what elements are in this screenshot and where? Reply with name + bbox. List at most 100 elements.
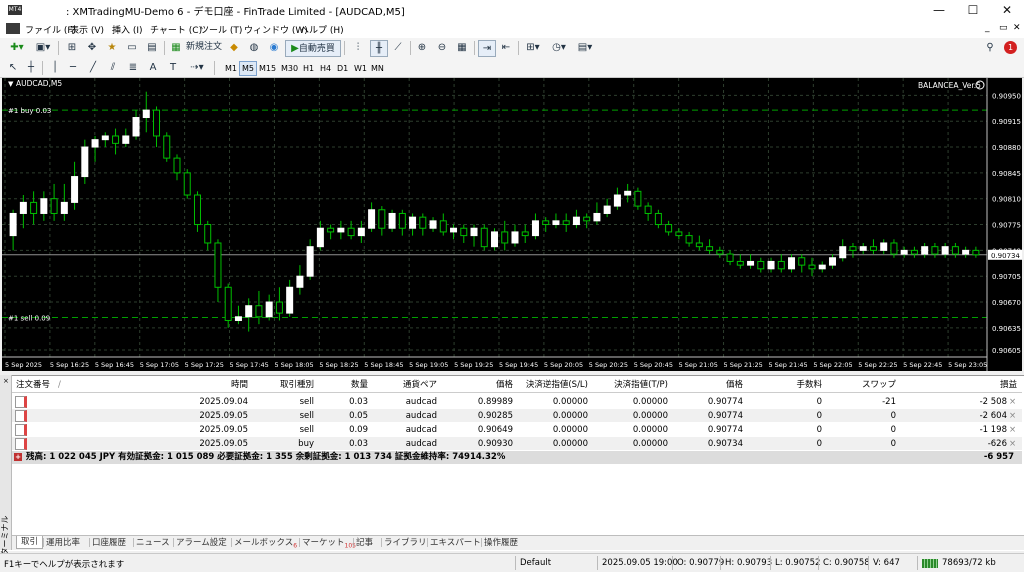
candle: [368, 202, 376, 232]
terminal-tab[interactable]: ライブラリ: [384, 537, 427, 549]
arrows-icon[interactable]: ⇢▾: [186, 60, 208, 75]
terminal-icon[interactable]: ▭: [124, 40, 140, 55]
strategy-tester-icon[interactable]: ▤: [144, 40, 160, 55]
metaeditor-icon[interactable]: ◆: [226, 40, 242, 55]
autoscroll-icon[interactable]: ⇥: [478, 40, 496, 57]
menu-tools[interactable]: ツール (T): [200, 23, 242, 36]
templates-icon[interactable]: ▤▾: [574, 40, 596, 55]
bar-chart-icon[interactable]: ⫶: [350, 40, 366, 55]
new-order-icon[interactable]: ▦: [170, 40, 182, 55]
text-label-icon[interactable]: T: [166, 60, 180, 75]
vps-icon[interactable]: ◉: [266, 40, 282, 55]
new-order-button[interactable]: 新規注文: [184, 40, 224, 55]
column-header[interactable]: 決済指値(T/P): [594, 378, 668, 392]
column-header[interactable]: 時間: [180, 378, 248, 392]
column-header[interactable]: 手数料: [750, 378, 822, 392]
column-header[interactable]: 決済逆指値(S/L): [520, 378, 588, 392]
column-header[interactable]: 数量: [320, 378, 368, 392]
timeframe-m5[interactable]: M5: [239, 61, 257, 76]
timeframe-h4[interactable]: H4: [317, 61, 334, 76]
zoom-out-icon[interactable]: ⊖: [434, 40, 450, 55]
column-header[interactable]: 価格: [445, 378, 513, 392]
timeframe-m30[interactable]: M30: [278, 61, 301, 76]
auto-trading-button[interactable]: ▶自動売買: [285, 40, 341, 57]
close-order-icon[interactable]: ×: [1009, 424, 1016, 436]
menu-help[interactable]: ヘルプ (H): [300, 23, 344, 36]
menu-window[interactable]: ウィンドウ (W): [244, 23, 308, 36]
chart-shift-icon[interactable]: ⇤: [498, 40, 514, 55]
indicators-icon[interactable]: ⊞▾: [522, 40, 544, 55]
navigator-icon[interactable]: ★: [104, 40, 120, 55]
timeframe-mn[interactable]: MN: [368, 61, 387, 76]
close-button[interactable]: ✕: [990, 0, 1024, 20]
column-header[interactable]: 損益: [905, 378, 1017, 392]
terminal-tab[interactable]: 運用比率: [46, 537, 80, 549]
candle-body-bear: [30, 201, 38, 214]
balance-expand-icon[interactable]: +: [14, 453, 22, 461]
profiles-icon[interactable]: ▣▾: [32, 40, 54, 55]
candlestick-icon[interactable]: ╫: [370, 40, 388, 57]
horizontal-line-icon[interactable]: ─: [66, 60, 80, 75]
terminal-tab[interactable]: 口座履歴: [92, 537, 126, 549]
timeframe-m1[interactable]: M1: [222, 61, 240, 76]
status-profile[interactable]: Default: [520, 558, 551, 568]
x-tick-label: 5 Sep 21:25: [724, 361, 763, 369]
menu-chart[interactable]: チャート (C): [150, 23, 202, 36]
candle-body-bull: [91, 139, 99, 148]
equidistant-channel-icon[interactable]: ⫽: [106, 60, 120, 75]
terminal-tab[interactable]: エキスパート: [430, 537, 481, 549]
cursor-icon[interactable]: ↖: [6, 60, 20, 75]
zoom-in-icon[interactable]: ⊕: [414, 40, 430, 55]
candle-body-bear: [562, 220, 570, 226]
timeframe-m15[interactable]: M15: [256, 61, 279, 76]
close-order-icon[interactable]: ×: [1009, 438, 1016, 450]
periods-icon[interactable]: ◷▾: [548, 40, 570, 55]
menu-insert[interactable]: 挿入 (I): [112, 23, 143, 36]
terminal-tab[interactable]: 記事: [356, 537, 373, 549]
menu-view[interactable]: 表示 (V): [70, 23, 104, 36]
terminal-close-icon[interactable]: ×: [3, 378, 9, 385]
timeframe-d1[interactable]: D1: [334, 61, 351, 76]
close-order-icon[interactable]: ×: [1009, 396, 1016, 408]
document-icon[interactable]: [6, 23, 20, 34]
data-window-icon[interactable]: ✥: [84, 40, 100, 55]
child-restore-button[interactable]: ▭: [999, 23, 1008, 33]
x-tick-label: 5 Sep 21:05: [679, 361, 718, 369]
candle: [398, 209, 406, 236]
search-icon[interactable]: ⚲: [983, 40, 997, 55]
text-tool-icon[interactable]: A: [146, 60, 160, 75]
menu-file[interactable]: ファイル (F): [25, 23, 76, 36]
terminal-tab[interactable]: 取引: [16, 536, 44, 549]
candle-body-bull: [132, 117, 140, 137]
column-header[interactable]: スワップ: [830, 378, 896, 392]
vertical-line-icon[interactable]: │: [48, 60, 62, 75]
child-minimize-button[interactable]: _: [985, 23, 990, 33]
maximize-button[interactable]: ☐: [956, 0, 990, 20]
timeframe-h1[interactable]: H1: [300, 61, 317, 76]
new-chart-icon[interactable]: ✚▾: [6, 40, 28, 55]
line-chart-icon[interactable]: ⟋: [390, 40, 406, 55]
terminal-tab[interactable]: マーケット105: [302, 537, 356, 553]
candle-body-bull: [81, 146, 89, 178]
terminal-side-grip[interactable]: ターミナル: [0, 375, 12, 556]
terminal-tab[interactable]: 操作履歴: [484, 537, 518, 549]
price-chart[interactable]: #1 buy 0.03 #1 sell 0.09 0.90734 5 Sep 202…: [2, 78, 1022, 371]
column-header[interactable]: 取引種別: [254, 378, 314, 392]
column-header[interactable]: 価格: [675, 378, 743, 392]
notification-badge[interactable]: 1: [1004, 41, 1017, 54]
minimize-button[interactable]: —: [922, 0, 956, 20]
column-header[interactable]: 通貨ペア: [375, 378, 437, 392]
column-header[interactable]: 注文番号: [16, 378, 76, 392]
trendline-icon[interactable]: ╱: [86, 60, 100, 75]
crosshair-icon[interactable]: ┼: [24, 60, 38, 75]
signals-icon[interactable]: ◍: [246, 40, 262, 55]
tile-windows-icon[interactable]: ▦: [454, 40, 470, 55]
fibonacci-icon[interactable]: ≣: [126, 60, 140, 75]
chart-canvas[interactable]: #1 buy 0.03#1 sell 0.090.90734 5 Sep 202…: [2, 78, 1022, 371]
terminal-tab[interactable]: アラーム設定: [176, 537, 227, 549]
child-close-button[interactable]: ✕: [1013, 23, 1021, 33]
terminal-tab[interactable]: メールボックス6: [234, 537, 297, 553]
market-watch-icon[interactable]: ⊞: [64, 40, 80, 55]
terminal-tab[interactable]: ニュース: [136, 537, 170, 549]
close-order-icon[interactable]: ×: [1009, 410, 1016, 422]
